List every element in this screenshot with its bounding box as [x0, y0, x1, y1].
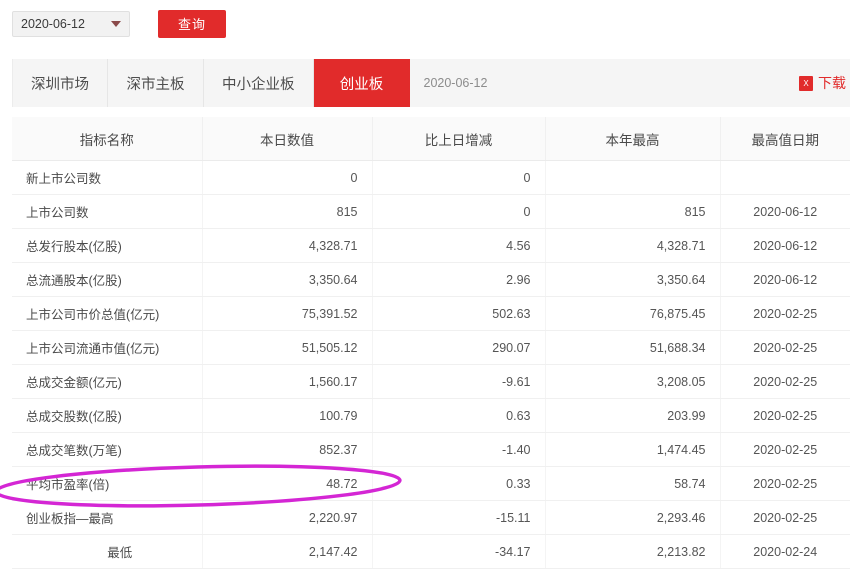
cell-today-value: 4,328.71	[202, 228, 373, 263]
cell-high-date: 2020-02-25	[720, 364, 850, 399]
cell-year-high	[545, 160, 721, 195]
cell-indicator: 上市公司市价总值(亿元)	[12, 296, 203, 331]
tabbar-date-label: 2020-06-12	[423, 76, 488, 90]
cell-change: -34.17	[372, 534, 546, 569]
cell-high-date: 2020-02-25	[720, 500, 850, 535]
col-header-year-high: 本年最高	[545, 117, 721, 161]
statistics-table-wrap: 指标名称 本日数值 比上日增减 本年最高 最高值日期 新上市公司数 0 0 上市公司数…	[12, 117, 850, 569]
table-row: 上市公司流通市值(亿元) 51,505.12 290.07 51,688.34 2020…	[12, 330, 850, 365]
cell-year-high: 203.99	[545, 398, 721, 433]
col-header-indicator: 指标名称	[12, 117, 203, 161]
cell-change: 0	[372, 194, 546, 229]
cell-change: -1.40	[372, 432, 546, 467]
cell-year-high: 4,328.71	[545, 228, 721, 263]
cell-indicator: 总成交股数(亿股)	[12, 398, 203, 433]
cell-high-date: 2020-06-12	[720, 194, 850, 229]
table-row: 总成交笔数(万笔) 852.37 -1.40 1,474.45 2020-02-25	[12, 432, 850, 467]
cell-year-high: 2,293.46	[545, 500, 721, 535]
col-header-high-date: 最高值日期	[720, 117, 850, 161]
cell-indicator: 总发行股本(亿股)	[12, 228, 203, 263]
cell-indicator: 平均市盈率(倍)	[12, 466, 203, 501]
cell-year-high: 3,208.05	[545, 364, 721, 399]
table-row: 创业板指—最高 2,220.97 -15.11 2,293.46 2020-02-25	[12, 500, 850, 535]
table-body: 新上市公司数 0 0 上市公司数 815 0 815 2020-06-12 总发行股本(亿股) 4…	[12, 160, 850, 569]
cell-today-value: 51,505.12	[202, 330, 373, 365]
table-row: 总流通股本(亿股) 3,350.64 2.96 3,350.64 2020-06-12	[12, 262, 850, 297]
cell-year-high: 51,688.34	[545, 330, 721, 365]
cell-year-high: 3,350.64	[545, 262, 721, 297]
cell-high-date: 2020-02-25	[720, 330, 850, 365]
cell-today-value: 75,391.52	[202, 296, 373, 331]
table-row: 新上市公司数 0 0	[12, 160, 850, 195]
table-row: 总发行股本(亿股) 4,328.71 4.56 4,328.71 2020-06-12	[12, 228, 850, 263]
tab-shenzhen-market[interactable]: 深圳市场	[12, 59, 108, 107]
cell-high-date: 2020-02-25	[720, 398, 850, 433]
cell-change: 502.63	[372, 296, 546, 331]
table-header-row: 指标名称 本日数值 比上日增减 本年最高 最高值日期	[12, 117, 850, 161]
table-row: 总成交股数(亿股) 100.79 0.63 203.99 2020-02-25	[12, 398, 850, 433]
cell-high-date	[720, 160, 850, 195]
table-row: 上市公司市价总值(亿元) 75,391.52 502.63 76,875.45 2020…	[12, 296, 850, 331]
cell-change: 0.33	[372, 466, 546, 501]
cell-high-date: 2020-02-25	[720, 432, 850, 467]
cell-indicator: 创业板指—最高	[12, 500, 203, 535]
query-button[interactable]: 查询	[158, 9, 226, 38]
excel-file-icon: X	[799, 75, 813, 91]
statistics-table: 指标名称 本日数值 比上日增减 本年最高 最高值日期 新上市公司数 0 0 上市公司数…	[12, 117, 850, 569]
cell-today-value: 815	[202, 194, 373, 229]
cell-change: -9.61	[372, 364, 546, 399]
table-head: 指标名称 本日数值 比上日增减 本年最高 最高值日期	[12, 117, 850, 161]
cell-today-value: 48.72	[202, 466, 373, 501]
cell-today-value: 3,350.64	[202, 262, 373, 297]
cell-high-date: 2020-06-12	[720, 262, 850, 297]
table-row: 上市公司数 815 0 815 2020-06-12	[12, 194, 850, 229]
cell-year-high: 1,474.45	[545, 432, 721, 467]
cell-change: 0	[372, 160, 546, 195]
cell-change: 2.96	[372, 262, 546, 297]
cell-high-date: 2020-02-25	[720, 466, 850, 501]
date-select-value: 2020-06-12	[21, 16, 85, 31]
cell-change: 4.56	[372, 228, 546, 263]
cell-high-date: 2020-06-12	[720, 228, 850, 263]
cell-today-value: 1,560.17	[202, 364, 373, 399]
cell-change: -15.11	[372, 500, 546, 535]
cell-indicator: 最低	[12, 534, 203, 569]
download-label: 下载	[818, 75, 846, 91]
cell-today-value: 2,147.42	[202, 534, 373, 569]
cell-indicator: 上市公司数	[12, 194, 203, 229]
cell-today-value: 2,220.97	[202, 500, 373, 535]
toolbar: 2020-06-12 查询	[0, 0, 862, 47]
cell-year-high: 815	[545, 194, 721, 229]
cell-change: 290.07	[372, 330, 546, 365]
chevron-down-icon	[111, 20, 121, 27]
col-header-change: 比上日增减	[372, 117, 546, 161]
cell-today-value: 852.37	[202, 432, 373, 467]
date-select[interactable]: 2020-06-12	[12, 10, 130, 37]
cell-indicator: 新上市公司数	[12, 160, 203, 195]
cell-today-value: 100.79	[202, 398, 373, 433]
tab-sme-board[interactable]: 中小企业板	[204, 59, 314, 107]
cell-change: 0.63	[372, 398, 546, 433]
market-tabbar: 深圳市场 深市主板 中小企业板 创业板 2020-06-12 X 下载	[12, 59, 850, 107]
cell-indicator: 总流通股本(亿股)	[12, 262, 203, 297]
cell-year-high: 2,213.82	[545, 534, 721, 569]
cell-high-date: 2020-02-24	[720, 534, 850, 569]
cell-year-high: 76,875.45	[545, 296, 721, 331]
tab-main-board[interactable]: 深市主板	[108, 59, 204, 107]
download-button[interactable]: X 下载	[799, 59, 850, 107]
table-row: 总成交金额(亿元) 1,560.17 -9.61 3,208.05 2020-02-25	[12, 364, 850, 399]
cell-year-high: 58.74	[545, 466, 721, 501]
cell-indicator: 上市公司流通市值(亿元)	[12, 330, 203, 365]
cell-indicator: 总成交笔数(万笔)	[12, 432, 203, 467]
cell-high-date: 2020-02-25	[720, 296, 850, 331]
col-header-today-value: 本日数值	[202, 117, 373, 161]
table-row: 平均市盈率(倍) 48.72 0.33 58.74 2020-02-25	[12, 466, 850, 501]
tab-chinext-board[interactable]: 创业板	[313, 59, 410, 107]
table-row: 最低 2,147.42 -34.17 2,213.82 2020-02-24	[12, 534, 850, 569]
cell-indicator: 总成交金额(亿元)	[12, 364, 203, 399]
cell-today-value: 0	[202, 160, 373, 195]
